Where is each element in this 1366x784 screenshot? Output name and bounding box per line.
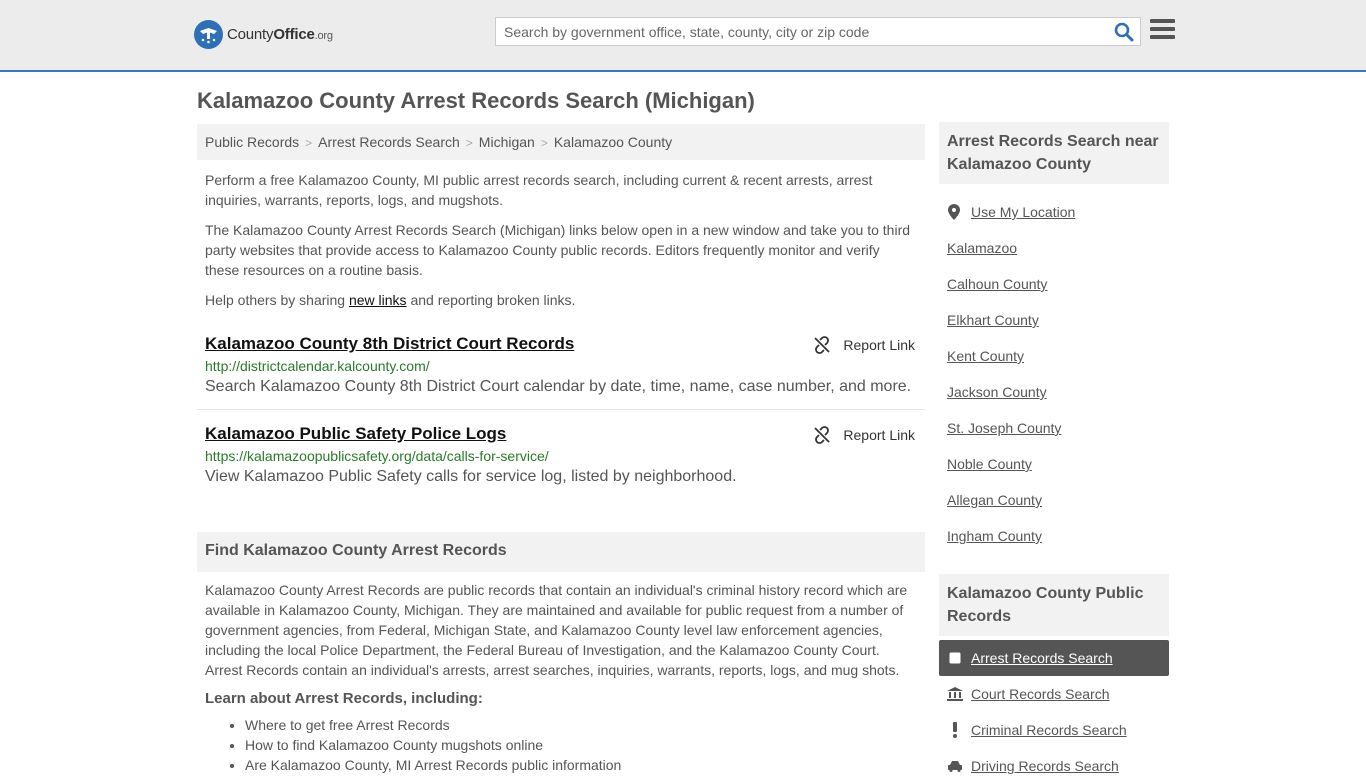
public-records-heading: Kalamazoo County Public Records bbox=[939, 574, 1169, 636]
breadcrumb-separator-icon: > bbox=[540, 136, 548, 150]
learn-list: Where to get free Arrest Records How to … bbox=[197, 715, 925, 775]
resource-link-description: View Kalamazoo Public Safety calls for s… bbox=[205, 468, 737, 485]
list-item: How to find Kalamazoo County mugshots on… bbox=[245, 735, 925, 755]
public-records-item-court[interactable]: Court Records Search bbox=[939, 676, 1169, 712]
seal-icon bbox=[194, 20, 223, 49]
nearby-item: Noble County bbox=[939, 446, 1169, 482]
breadcrumb-arrest-records-search[interactable]: Arrest Records Search bbox=[318, 134, 460, 150]
report-link-button[interactable]: Report Link bbox=[813, 426, 915, 444]
nearby-link-allegan-county[interactable]: Allegan County bbox=[947, 492, 1042, 508]
square-icon bbox=[947, 652, 963, 664]
courthouse-icon bbox=[947, 687, 963, 701]
resource-link-item: Kalamazoo Public Safety Police Logs http… bbox=[197, 420, 925, 490]
logo-county-text: County bbox=[227, 26, 274, 43]
resource-link-description: Search Kalamazoo County 8th District Cou… bbox=[205, 378, 912, 395]
court-records-search-link[interactable]: Court Records Search bbox=[971, 686, 1110, 702]
nearby-item: St. Joseph County bbox=[939, 410, 1169, 446]
find-records-body: Kalamazoo County Arrest Records are publ… bbox=[205, 582, 908, 678]
nearby-link-kent-county[interactable]: Kent County bbox=[947, 348, 1024, 364]
logo-org-text: .org bbox=[314, 30, 333, 42]
nearby-item: Jackson County bbox=[939, 374, 1169, 410]
resource-link-title[interactable]: Kalamazoo County 8th District Court Reco… bbox=[205, 334, 574, 354]
arrest-records-search-link[interactable]: Arrest Records Search bbox=[971, 650, 1113, 666]
exclamation-icon bbox=[947, 722, 963, 738]
report-link-label: Report Link bbox=[843, 337, 915, 353]
public-records-item-criminal[interactable]: Criminal Records Search bbox=[939, 712, 1169, 748]
nearby-link-st-joseph-county[interactable]: St. Joseph County bbox=[947, 420, 1061, 436]
resource-link-url: https://kalamazoopublicsafety.org/data/c… bbox=[205, 448, 549, 464]
nearby-link-calhoun-county[interactable]: Calhoun County bbox=[947, 276, 1047, 292]
use-location-item: Use My Location bbox=[939, 194, 1169, 230]
report-link-button[interactable]: Report Link bbox=[813, 336, 915, 354]
nearby-link-jackson-county[interactable]: Jackson County bbox=[947, 384, 1047, 400]
learn-heading: Learn about Arrest Records, including: bbox=[205, 690, 483, 707]
search-input[interactable] bbox=[496, 18, 1106, 45]
intro-text: Perform a free Kalamazoo County, MI publ… bbox=[197, 170, 925, 310]
nearby-item: Allegan County bbox=[939, 482, 1169, 518]
find-records-heading: Find Kalamazoo County Arrest Records bbox=[197, 532, 925, 572]
public-records-item-arrest[interactable]: Arrest Records Search bbox=[939, 640, 1169, 676]
car-icon bbox=[947, 760, 963, 772]
public-records-list: Arrest Records Search Court Records Sear… bbox=[939, 640, 1169, 784]
intro-p3-text-end: and reporting broken links. bbox=[406, 292, 576, 308]
page-title: Kalamazoo County Arrest Records Search (… bbox=[197, 88, 755, 113]
nearby-item: Calhoun County bbox=[939, 266, 1169, 302]
nearby-link-ingham-county[interactable]: Ingham County bbox=[947, 528, 1042, 544]
site-logo[interactable]: CountyOffice.org bbox=[194, 20, 333, 49]
intro-paragraph-3: Help others by sharing new links and rep… bbox=[197, 290, 925, 310]
breadcrumb-kalamazoo-county[interactable]: Kalamazoo County bbox=[554, 134, 672, 150]
main-content: Public Records > Arrest Records Search > Mic… bbox=[197, 124, 925, 775]
breadcrumb: Public Records > Arrest Records Search > Mic… bbox=[197, 124, 925, 160]
use-my-location-link[interactable]: Use My Location bbox=[971, 204, 1075, 220]
nearby-link-elkhart-county[interactable]: Elkhart County bbox=[947, 312, 1039, 328]
breadcrumb-separator-icon: > bbox=[305, 136, 313, 150]
intro-paragraph-1: Perform a free Kalamazoo County, MI publ… bbox=[205, 172, 873, 208]
nearby-link-kalamazoo[interactable]: Kalamazoo bbox=[947, 240, 1017, 256]
nearby-item: Kent County bbox=[939, 338, 1169, 374]
breadcrumb-separator-icon: > bbox=[465, 136, 473, 150]
broken-link-icon bbox=[814, 426, 831, 444]
nearby-item: Elkhart County bbox=[939, 302, 1169, 338]
nearby-link-noble-county[interactable]: Noble County bbox=[947, 456, 1032, 472]
logo-office-text: Office bbox=[273, 26, 315, 43]
new-links-link[interactable]: new links bbox=[349, 292, 407, 308]
resource-link-url: http://districtcalendar.kalcounty.com/ bbox=[205, 358, 430, 374]
public-records-item-driving[interactable]: Driving Records Search bbox=[939, 748, 1169, 784]
driving-records-search-link[interactable]: Driving Records Search bbox=[971, 758, 1119, 774]
list-item: Are Kalamazoo County, MI Arrest Records … bbox=[245, 755, 925, 775]
logo-wordmark: CountyOffice.org bbox=[227, 26, 333, 43]
breadcrumb-public-records[interactable]: Public Records bbox=[205, 134, 299, 150]
report-link-label: Report Link bbox=[843, 427, 915, 443]
intro-paragraph-2: The Kalamazoo County Arrest Records Sear… bbox=[205, 222, 911, 278]
nearby-list: Use My Location Kalamazoo Calhoun County… bbox=[939, 194, 1169, 554]
broken-link-icon bbox=[814, 336, 831, 354]
intro-p3-text: Help others by sharing bbox=[205, 292, 349, 308]
hamburger-menu-icon[interactable] bbox=[1150, 19, 1175, 41]
criminal-records-search-link[interactable]: Criminal Records Search bbox=[971, 722, 1127, 738]
sidebar: Arrest Records Search near Kalamazoo Cou… bbox=[939, 122, 1169, 784]
site-header: CountyOffice.org bbox=[0, 0, 1366, 72]
search-bar bbox=[495, 17, 1141, 46]
map-pin-icon bbox=[947, 204, 961, 220]
resource-link-title[interactable]: Kalamazoo Public Safety Police Logs bbox=[205, 424, 506, 444]
list-item: Where to get free Arrest Records bbox=[245, 715, 925, 735]
breadcrumb-michigan[interactable]: Michigan bbox=[479, 134, 535, 150]
search-icon[interactable] bbox=[1114, 22, 1134, 42]
nearby-item: Ingham County bbox=[939, 518, 1169, 554]
nearby-heading: Arrest Records Search near Kalamazoo Cou… bbox=[939, 122, 1169, 184]
nearby-item: Kalamazoo bbox=[939, 230, 1169, 266]
resource-link-item: Kalamazoo County 8th District Court Reco… bbox=[197, 330, 925, 410]
